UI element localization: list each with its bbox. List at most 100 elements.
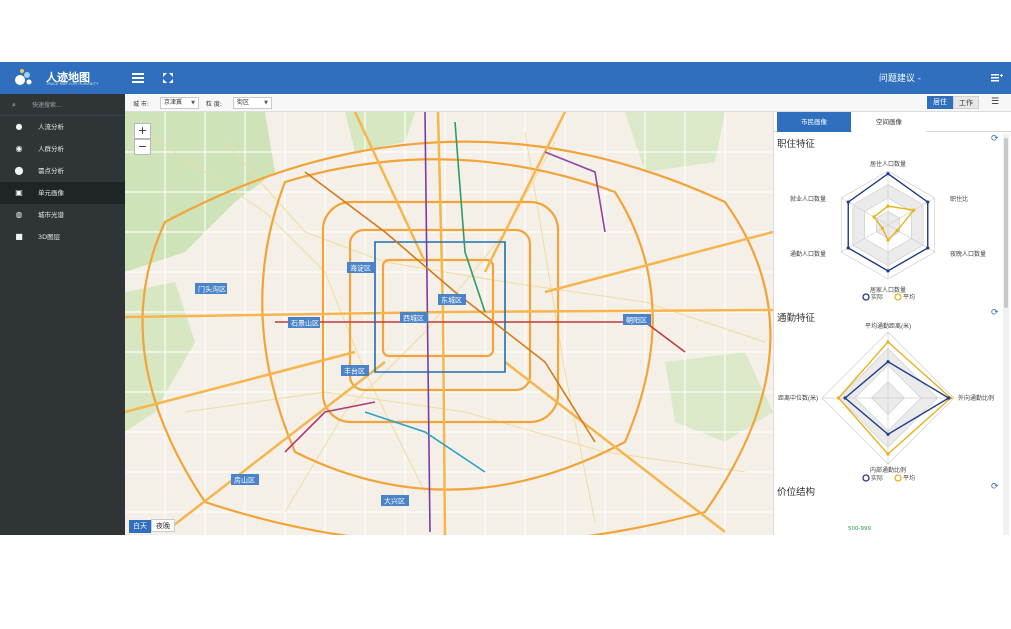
app-window: 人迹地图 TRACE MAP FOR HUMANITY 问题建议 - ⌕ 快速搜索… [0,62,1011,535]
job-housing-point [886,269,890,273]
east-park-area [665,352,773,442]
commute-point [886,452,890,456]
refresh-icon[interactable]: ⟳ [991,482,999,492]
job-housing-point [846,200,850,204]
menu-icon[interactable] [131,71,145,85]
logo-subtitle: TRACE MAP FOR HUMANITY [46,82,99,86]
job-housing-legend-label: 实际 [871,293,883,301]
commute-point [886,432,890,436]
sidebar-item-demand[interactable]: ⬤ 需点分析 [0,160,125,182]
job-housing-point [880,226,884,230]
night-button[interactable]: 夜晚 [151,519,175,532]
mode-live-button[interactable]: 居住 [927,96,953,109]
refresh-icon[interactable]: ⟳ [991,134,999,144]
job-housing-legend-marker [894,293,902,301]
zoom-in-button[interactable]: + [134,123,151,139]
image-icon: ▣ [15,188,23,197]
granularity-label: 粒 度: [206,101,222,108]
price-structure-title: 价位结构 [777,487,816,498]
sidebar-item-unit-profile[interactable]: ▣ 单元画像 [0,182,125,204]
commute-legend-marker [862,474,870,482]
list-view-icon[interactable]: ☰ [991,97,999,107]
sidebar: ⌕ 快速搜索... ● 人流分析 ◉ 人群分析 ⬤ 需点分析 ▣ 单元画像 ◍ 城市光谱 ■… [0,94,125,535]
district-label-daxing: 大兴区 [384,497,405,506]
district-label-haidian: 海淀区 [350,264,371,273]
district-label-mentougou: 门头沟区 [198,285,226,294]
sidebar-item-label: 需点分析 [38,167,64,175]
job-housing-axis-label: 就业人口数量 [790,195,826,203]
day-night-toggle: 白天 夜晚 [129,519,175,533]
profile-panel: 市民画像 空间画像 职住特征 ⟳ 居住人口数量 职住比 夜晚人口数量 居家人口数量 通勤… [773,112,1011,535]
job-housing-point [926,200,930,204]
district-labels: 海淀区 东城区 西城区 石景山区 朝阳区 丰台区 房山区 大兴区 门头沟区 [195,262,651,506]
commute-point [836,396,841,400]
district-label-xicheng: 西城区 [403,315,424,323]
commute-legend-label: 实际 [871,474,883,482]
job-housing-axis-label: 居住人口数量 [870,160,906,168]
scrollbar-thumb[interactable] [1004,138,1008,308]
district-label-fangshan: 房山区 [234,476,255,485]
city-select[interactable]: 京津冀 ▼ [160,97,199,109]
sidebar-item-people-flow[interactable]: ● 人流分析 [0,116,125,138]
job-housing-point [912,208,916,212]
chevron-down-icon: ▼ [191,100,195,106]
job-housing-point [886,204,890,208]
video-camera-icon: ■ [15,232,23,241]
person-icon: ● [15,122,23,131]
commute-axis-label: 平均通勤距离(米) [865,322,911,330]
job-housing-axis-label: 居家人口数量 [870,286,906,294]
district-label-fengtai: 丰台区 [344,367,365,376]
district-label-dongcheng: 东城区 [441,296,462,305]
sidebar-item-label: 城市光谱 [38,211,64,219]
refresh-icon[interactable]: ⟳ [991,308,999,318]
price-bin-label: 500-999 [848,526,871,532]
job-housing-point [872,215,876,219]
sidebar-item-crowd[interactable]: ◉ 人群分析 [0,138,125,160]
tab-citizen-profile[interactable]: 市民画像 [777,112,851,132]
job-housing-axis-label: 夜晚人口数量 [950,250,986,258]
sidebar-item-label: 单元画像 [38,189,64,197]
sidebar-item-label: 人流分析 [38,123,64,131]
feedback-menu[interactable]: 问题建议 - [879,71,921,84]
fullscreen-icon[interactable] [161,71,175,85]
job-housing-legend-marker [862,293,870,301]
commute-axis-label: 内部通勤比例 [870,466,906,474]
commute-axis-label: 外向通勤比例 [958,394,994,402]
northeast-park-area [625,112,725,172]
list-add-icon[interactable] [990,71,1004,85]
job-housing-point [886,172,890,176]
granularity-select[interactable]: 街区 ▼ [233,97,272,109]
eye-icon: ◉ [15,144,23,153]
commute-point [886,340,890,344]
sidebar-item-city-spectrum[interactable]: ◍ 城市光谱 [0,204,125,226]
commute-legend-marker [894,474,902,482]
commute-point [947,396,951,400]
job-housing-axis-label: 通勤人口数量 [790,250,826,258]
job-housing-point [846,246,850,250]
job-housing-radar-chart: 居住人口数量职住比夜晚人口数量居家人口数量 通勤人口数量就业人口数量实际 平均 [790,160,986,301]
zoom-out-button[interactable]: − [134,139,151,155]
commute-radar-chart: 平均通勤距离(米) 外向通勤比例内部通勤比例 距离中位数(米) 实际 平均 [778,322,994,482]
day-button[interactable]: 白天 [129,520,151,533]
quick-search[interactable]: ⌕ 快速搜索... [0,94,125,116]
sidebar-item-label: 人群分析 [38,145,64,153]
filter-bar: 城 市: 京津冀 ▼ 粒 度: 街区 ▼ 居住 工作 ☰ [125,94,1011,112]
search-list-icon: ⌕ [12,101,16,109]
top-header: 人迹地图 TRACE MAP FOR HUMANITY 问题建议 - [0,62,1011,94]
mode-work-button[interactable]: 工作 [953,96,979,109]
city-label: 城 市: [133,101,149,108]
commute-point [886,360,890,364]
map-view[interactable]: 海淀区 东城区 西城区 石景山区 朝阳区 丰台区 房山区 大兴区 门头沟区 + … [125,112,773,535]
job-housing-point [895,228,899,232]
sidebar-item-label: 3D图层 [38,233,61,241]
granularity-select-value: 街区 [237,99,250,106]
job-housing-legend-label: 平均 [903,293,915,301]
sidebar-item-3d-layer[interactable]: ■ 3D图层 [0,226,125,248]
district-label-chaoyang: 朝阳区 [626,316,647,325]
commute-point [843,396,847,400]
panel-scrollbar[interactable] [1003,134,1009,535]
map-canvas[interactable]: 海淀区 东城区 西城区 石景山区 朝阳区 丰台区 房山区 大兴区 门头沟区 [125,112,773,535]
city-select-value: 京津冀 [164,99,183,106]
job-housing-point [886,238,890,242]
tab-space-profile[interactable]: 空间画像 [852,112,926,132]
